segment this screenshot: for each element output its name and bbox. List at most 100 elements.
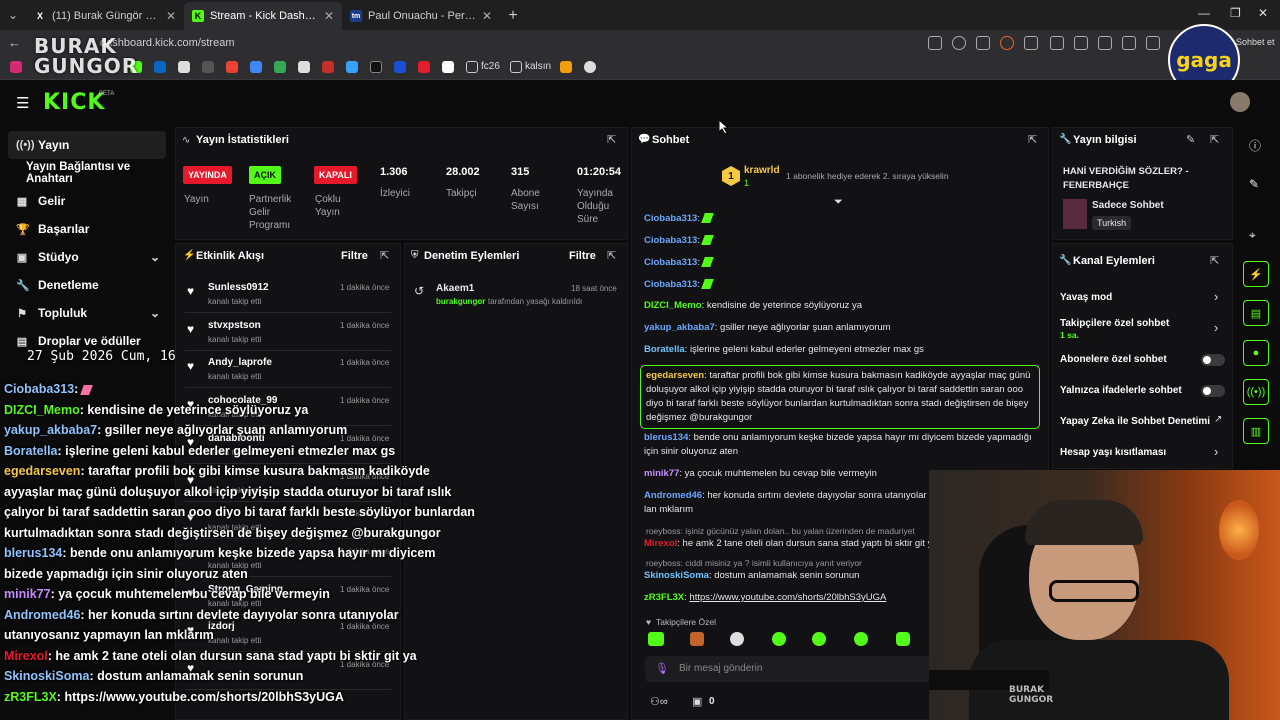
top-gifter-name[interactable]: krawrld [744,165,780,176]
sidebar-item-baglanti[interactable]: Yayın Bağlantısı ve Anahtarı [8,159,166,187]
emote-icon[interactable] [772,632,786,646]
folder-icon[interactable] [510,61,522,73]
close-tab-icon[interactable]: ✕ [324,9,334,23]
bookmark-icon[interactable] [418,61,430,73]
sidebar-item-studyo[interactable]: ▣ Stüdyo ⌄ [8,243,166,271]
chat-username[interactable]: Boratella [644,344,685,355]
chat-username[interactable]: Ciobaba313 [644,213,697,224]
activity-filter-button[interactable]: Filtre [341,250,368,262]
kick-logo[interactable]: KICK [43,90,105,115]
new-tab-button[interactable]: + [500,2,526,30]
event-username[interactable]: Andy_laprofe [208,357,272,368]
moderation-filter-button[interactable]: Filtre [569,250,596,262]
chat-username[interactable]: SkinoskiSoma [644,570,709,581]
event-username[interactable]: stvxpstson [208,320,261,331]
mod-target[interactable]: burakgungor [436,297,485,306]
popout-icon[interactable]: ⇱ [1210,254,1219,267]
sidebar-item-yayin[interactable]: ((•)) Yayın [8,131,166,159]
chat-username[interactable]: Ciobaba313 [644,235,697,246]
chat-username[interactable]: blerus134 [644,432,688,443]
chat-username[interactable]: zR3FL3X [644,592,684,603]
external-link-icon[interactable]: ↗ [1214,414,1222,425]
ai-moderation-label[interactable]: Yapay Zeka ile Sohbet Denetimi [1060,416,1210,427]
chat-username[interactable]: minik77 [644,468,679,479]
emote-icon[interactable] [690,632,704,646]
emote-icon[interactable] [812,632,826,646]
pencil-icon[interactable]: ✎ [1249,177,1259,191]
close-tab-icon[interactable]: ✕ [166,9,176,23]
subscribers-only-label[interactable]: Abonelere özel sohbet [1060,354,1167,365]
gmail-bookmark-icon[interactable] [226,61,238,73]
collections-icon[interactable] [1074,36,1088,50]
split-view-icon[interactable] [1050,36,1064,50]
linkedin-bookmark-icon[interactable] [154,61,166,73]
followers-only-label[interactable]: Takipçilere özel sohbet [1060,318,1169,329]
info-icon[interactable]: ⓘ [1249,137,1261,154]
puzzle-icon[interactable] [1024,36,1038,50]
avatar[interactable] [1230,92,1250,112]
popout-icon[interactable]: ⇱ [380,249,389,262]
emote-only-label[interactable]: Yalnızca ifadelerle sohbet [1060,385,1182,396]
mod-actor[interactable]: Akaem1 [436,283,474,294]
sidebar-item-topluluk[interactable]: ⚑ Topluluk ⌄ [8,299,166,327]
focus-icon[interactable]: ⌖ [1249,228,1256,243]
brave-icon[interactable] [1000,36,1014,50]
bookmark-icon[interactable] [178,61,190,73]
bookmark-folder-fc26[interactable]: fc26 [481,61,500,72]
sidebar-item-gelir[interactable]: ▦ Gelir [8,187,166,215]
bookmark-icon[interactable] [394,61,406,73]
quick-action-bolt-button[interactable]: ⚡ [1243,261,1269,287]
chevron-right-icon[interactable]: › [1214,320,1218,335]
bookmark-icon[interactable] [202,61,214,73]
bookmark-icon[interactable] [370,61,382,73]
edit-icon[interactable]: ✎ [1186,133,1195,146]
quick-action-chat-button[interactable]: ● [1243,340,1269,366]
close-tab-icon[interactable]: ✕ [482,9,492,23]
chat-username[interactable]: Andromed46 [644,490,702,501]
chat-username[interactable]: Ciobaba313 [644,257,697,268]
quick-action-layout-button[interactable]: ▥ [1243,418,1269,444]
microphone-icon[interactable]: 🎙 [655,662,669,675]
instagram-bookmark-icon[interactable] [10,61,22,73]
tab-transfermarkt[interactable]: tm Paul Onuachu - Performans bilgile ✕ [342,2,500,30]
chat-username[interactable]: Ciobaba313 [644,279,697,290]
event-username[interactable]: Sunless0912 [208,282,269,293]
bookmark-icon[interactable] [584,61,596,73]
emote-icon[interactable] [730,632,744,646]
emote-icon[interactable] [896,632,910,646]
quick-action-broadcast-button[interactable]: ((•)) [1243,379,1269,405]
chat-username[interactable]: Mirexol [644,538,677,549]
popout-icon[interactable]: ⇱ [607,249,616,262]
camera-icon[interactable] [976,36,990,50]
sidebar-item-basarilar[interactable]: 🏆 Başarılar [8,215,166,243]
emote-only-toggle[interactable] [1201,385,1225,397]
sohbet-et-label[interactable]: Sohbet et [1236,37,1275,47]
tab-kick-dashboard[interactable]: K Stream - Kick Dashboard ✕ [184,2,342,30]
download-icon[interactable] [1122,36,1136,50]
bookmark-folder-kalsin[interactable]: kalsın [525,61,551,72]
users-icon[interactable]: ⚇∞ [650,695,668,708]
slow-mode-label[interactable]: Yavaş mod [1060,292,1112,303]
chevron-right-icon[interactable]: › [1214,289,1218,304]
tab-twitter[interactable]: X (11) Burak Güngör (@gungorburak ✕ [26,2,184,30]
bookmark-icon[interactable] [442,61,454,73]
chat-username[interactable]: egedarseven [646,370,704,381]
category-name[interactable]: Sadece Sohbet [1092,200,1164,211]
emote-icon[interactable] [648,632,664,646]
back-icon[interactable]: ← [8,35,21,50]
popout-icon[interactable]: ⇱ [1028,133,1037,146]
drive-bookmark-icon[interactable] [274,61,286,73]
extension-icon[interactable] [952,36,966,50]
close-window-icon[interactable]: ✕ [1258,6,1268,20]
pin-collapse-icon[interactable]: ⏷ [834,196,843,209]
youtube-bookmark-icon[interactable] [322,61,334,73]
sidebar-item-denetleme[interactable]: 🔧 Denetleme [8,271,166,299]
emote-icon[interactable] [854,632,868,646]
bookmark-icon[interactable] [298,61,310,73]
gift-icon[interactable]: ▣ [692,695,702,708]
history-icon[interactable] [1146,36,1160,50]
chat-username[interactable]: yakup_akbaba7 [644,322,715,333]
favorites-icon[interactable] [1098,36,1112,50]
favorite-star-icon[interactable] [928,36,942,50]
docs-bookmark-icon[interactable] [250,61,262,73]
